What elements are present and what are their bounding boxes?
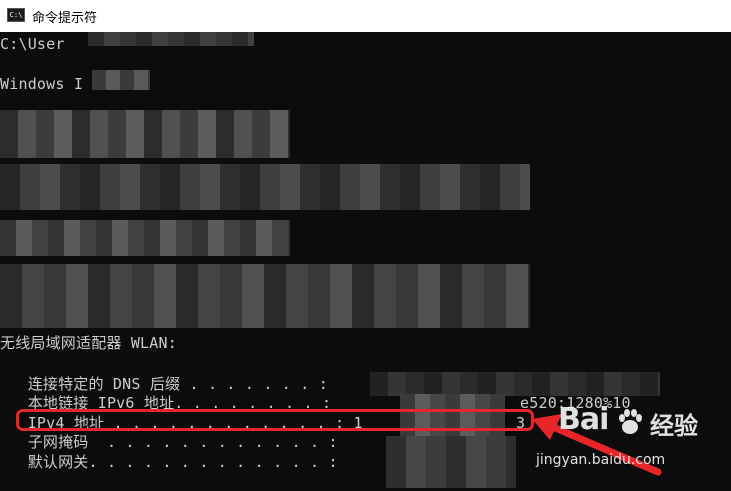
watermark-brand: Bai xyxy=(558,402,609,437)
ipv4-highlight-box xyxy=(16,409,534,431)
dns-suffix-line: 连接特定的 DNS 后缀 . . . . . . . : xyxy=(0,375,328,393)
watermark-url: jingyan.baidu.com xyxy=(536,452,666,468)
windows-version-line: Windows I xyxy=(0,75,84,93)
prompt-line: C:\User xyxy=(0,35,65,53)
redacted-block xyxy=(92,70,150,90)
baidu-jingyan-watermark: Bai 经验 jingyan.baidu.com xyxy=(536,400,726,478)
wlan-adapter-header: 无线局域网适配器 WLAN: xyxy=(0,334,177,352)
redacted-block xyxy=(0,110,290,158)
redacted-block xyxy=(386,436,516,488)
default-gateway-line: 默认网关. . . . . . . . . . . . . : xyxy=(0,453,338,471)
window-title: 命令提示符 xyxy=(32,11,98,26)
subnet-mask-line: 子网掩码 . . . . . . . . . . . . : xyxy=(0,433,338,451)
title-bar: C:\ 命令提示符 xyxy=(0,0,731,32)
cmd-icon: C:\ xyxy=(7,8,25,22)
redacted-block xyxy=(0,264,530,328)
redacted-block xyxy=(0,164,530,210)
baidu-paw-icon xyxy=(619,409,642,434)
redacted-block xyxy=(88,32,254,46)
redacted-block xyxy=(0,220,290,256)
watermark-jingyan: 经验 xyxy=(650,412,698,440)
redacted-block xyxy=(370,372,660,396)
